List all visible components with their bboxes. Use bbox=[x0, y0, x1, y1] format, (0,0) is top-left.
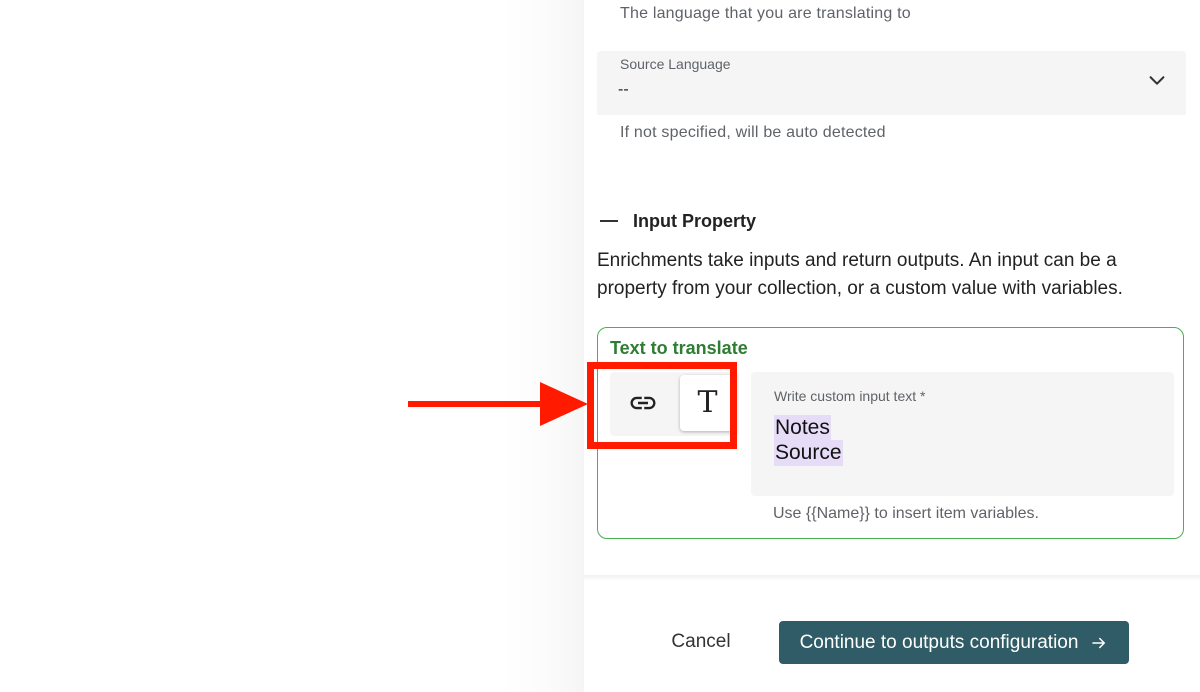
panel-shadow bbox=[500, 0, 584, 692]
cancel-button[interactable]: Cancel bbox=[658, 620, 744, 664]
continue-to-outputs-button[interactable]: Continue to outputs configuration bbox=[779, 621, 1129, 664]
section-title: Input Property bbox=[633, 210, 757, 231]
section-description: Enrichments take inputs and return outpu… bbox=[597, 250, 1123, 299]
card-title: Text to translate bbox=[610, 338, 748, 358]
continue-button-label: Continue to outputs configuration bbox=[799, 631, 1079, 653]
chevron-down-icon[interactable] bbox=[1146, 69, 1168, 91]
custom-input-text-field[interactable]: Write custom input text * Notes Source bbox=[751, 372, 1174, 496]
target-language-helper-text: The language that you are translating to bbox=[620, 5, 911, 22]
source-language-value: -- bbox=[618, 81, 629, 98]
custom-input-label: Write custom input text * bbox=[774, 388, 926, 404]
screen: The language that you are translating to… bbox=[0, 0, 1200, 692]
footer-divider bbox=[584, 575, 1200, 581]
annotation-arrow-icon bbox=[408, 382, 588, 426]
minus-icon[interactable] bbox=[600, 220, 618, 222]
arrow-right-icon bbox=[1092, 637, 1106, 648]
enrichment-config-panel: The language that you are translating to… bbox=[584, 0, 1200, 692]
variable-chip-source[interactable]: Source bbox=[774, 440, 843, 466]
annotation-highlight-box bbox=[587, 362, 737, 449]
custom-input-helper-text: Use {{Name}} to insert item variables. bbox=[773, 505, 1039, 522]
variable-chip-notes[interactable]: Notes bbox=[774, 415, 831, 441]
source-language-select[interactable]: Source Language -- bbox=[597, 51, 1186, 115]
source-language-label: Source Language bbox=[620, 56, 731, 72]
source-language-helper-text: If not specified, will be auto detected bbox=[620, 124, 886, 141]
input-property-section-header[interactable]: Input Property bbox=[598, 207, 756, 235]
